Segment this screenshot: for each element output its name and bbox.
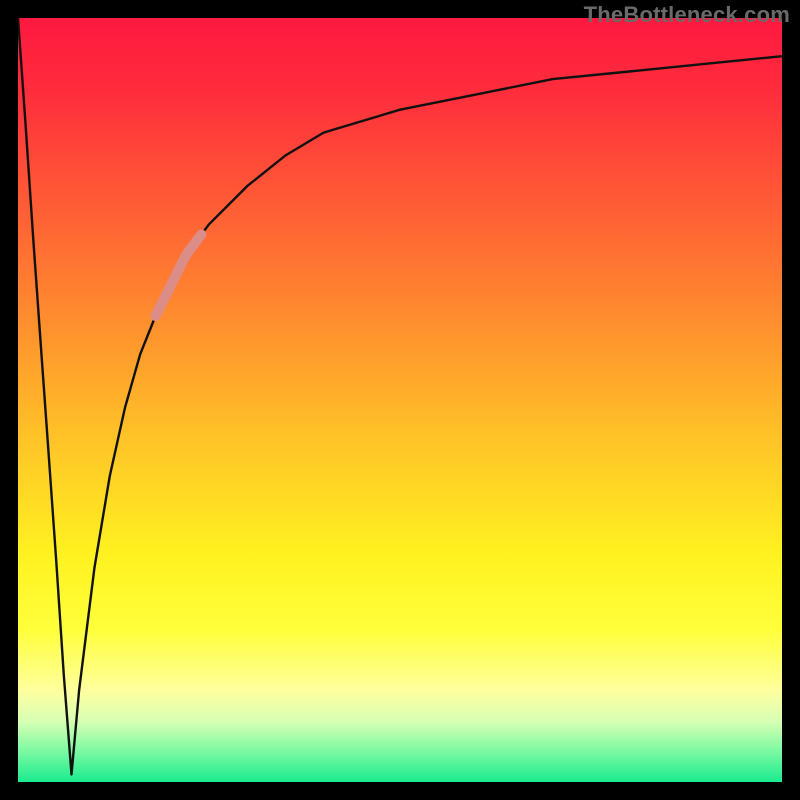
chart-frame: TheBottleneck.com [0,0,800,800]
plot-area [18,18,782,782]
gradient-background [18,18,782,782]
bottleneck-chart-svg [18,18,782,782]
watermark-label: TheBottleneck.com [584,2,790,28]
